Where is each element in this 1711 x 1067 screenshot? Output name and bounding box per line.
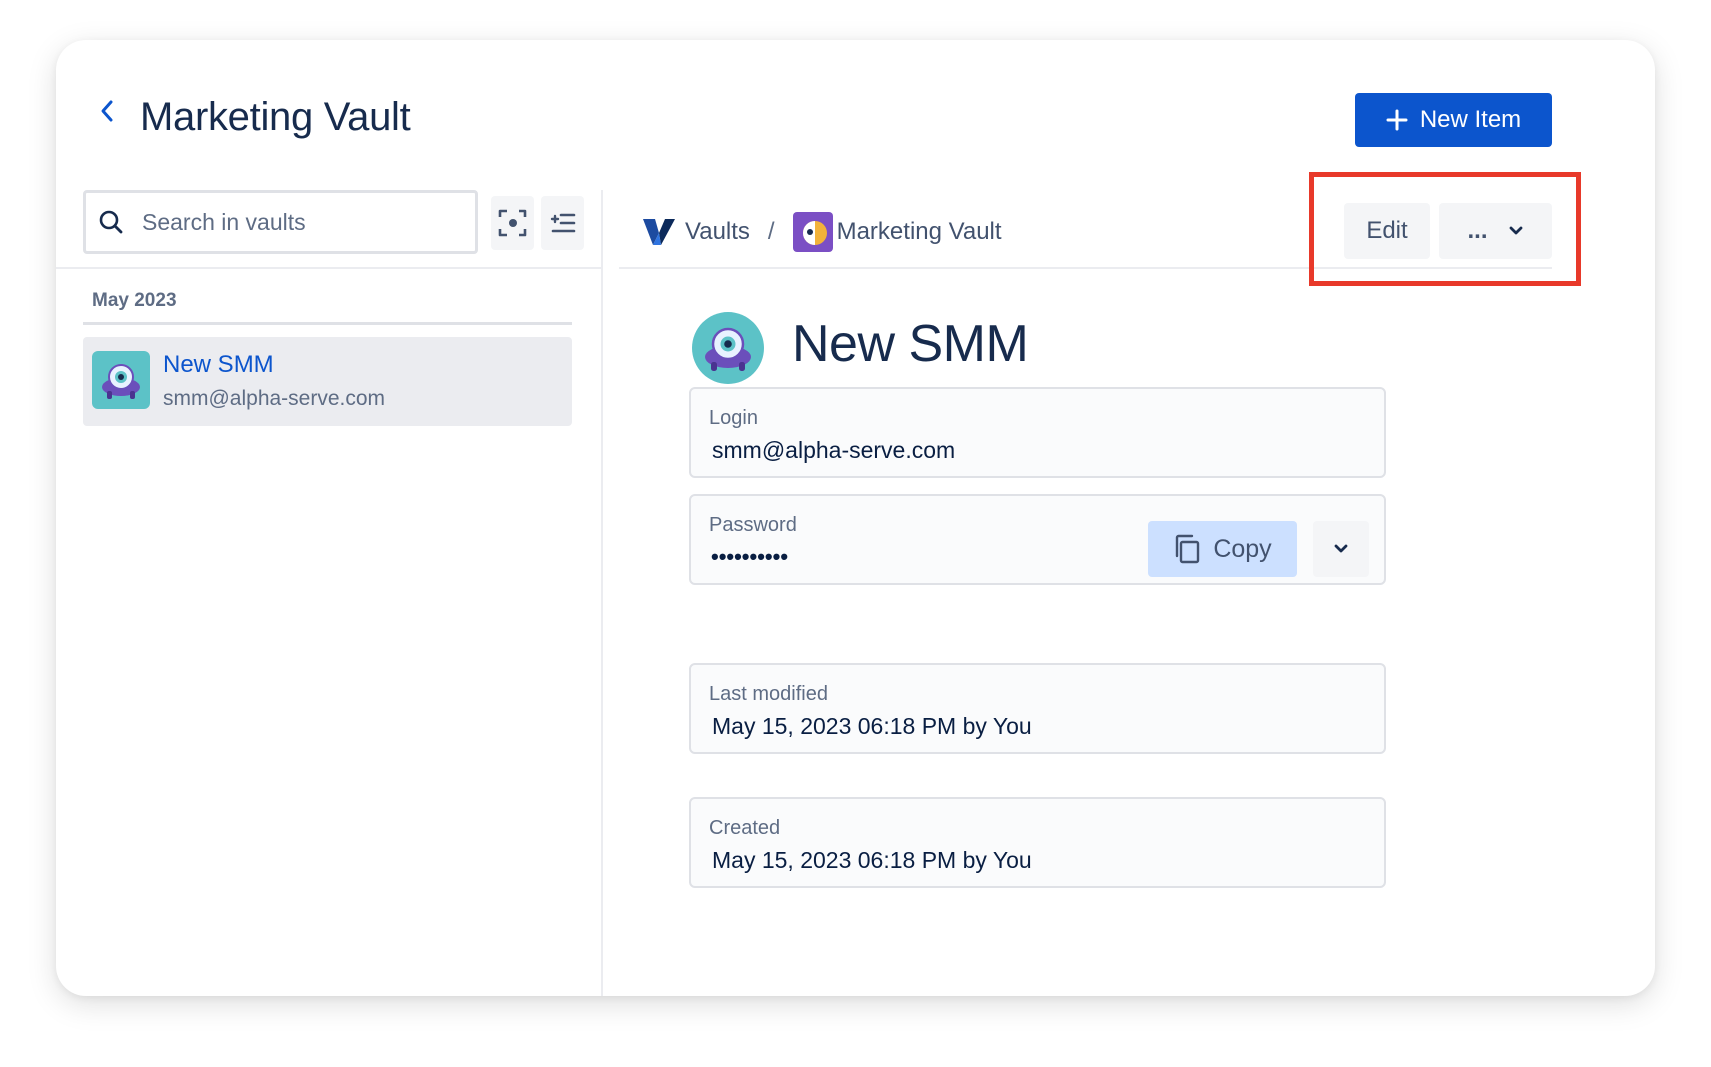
created-field: Created May 15, 2023 06:18 PM by You	[689, 797, 1386, 888]
page-title: Marketing Vault	[140, 95, 411, 139]
search-box[interactable]	[83, 190, 478, 254]
created-label: Created	[709, 817, 781, 839]
new-item-label: New Item	[1419, 106, 1522, 133]
vault-avatar-icon	[92, 351, 150, 409]
right-pane-divider	[619, 267, 1552, 269]
list-item-subtitle: smm@alpha-serve.com	[163, 387, 386, 410]
vaults-logo-icon	[643, 219, 675, 245]
last-modified-field: Last modified May 15, 2023 06:18 PM by Y…	[689, 663, 1386, 754]
password-field: Password •••••••••• Copy	[689, 494, 1386, 585]
breadcrumb-separator: /	[767, 218, 775, 245]
group-divider	[83, 322, 572, 325]
copy-icon	[1176, 534, 1200, 564]
search-input[interactable]	[140, 207, 464, 237]
item-title: New SMM	[792, 315, 1029, 373]
chevron-left-icon	[101, 100, 113, 122]
item-avatar-icon	[692, 312, 764, 384]
breadcrumb-current-label: Marketing Vault	[836, 218, 1002, 245]
password-label: Password	[709, 514, 797, 536]
created-value: May 15, 2023 06:18 PM by You	[712, 847, 1032, 873]
more-actions-button[interactable]: ...	[1439, 203, 1552, 259]
login-label: Login	[709, 407, 758, 429]
plus-icon	[1386, 109, 1408, 131]
pane-divider	[601, 190, 603, 996]
edit-button[interactable]: Edit	[1344, 203, 1430, 259]
new-item-button[interactable]: New Item	[1355, 93, 1552, 147]
focus-scan-icon	[498, 209, 526, 237]
copy-label: Copy	[1213, 534, 1272, 563]
focus-scan-button[interactable]	[491, 196, 534, 250]
breadcrumb-vaults-label: Vaults	[685, 218, 750, 245]
breadcrumb: Vaults / Marketing Vault	[641, 210, 1002, 254]
last-modified-label: Last modified	[709, 683, 828, 705]
vault-window: Marketing Vault New Item May 2023	[56, 40, 1655, 996]
list-item[interactable]: New SMM smm@alpha-serve.com	[83, 337, 572, 426]
list-filter-icon	[550, 213, 575, 233]
password-value[interactable]: ••••••••••	[711, 544, 788, 570]
last-modified-value: May 15, 2023 06:18 PM by You	[712, 713, 1032, 739]
list-filter-button[interactable]	[541, 196, 584, 250]
list-item-name: New SMM	[163, 351, 274, 378]
back-button[interactable]	[92, 94, 122, 128]
copy-password-button[interactable]: Copy	[1148, 521, 1297, 577]
vault-icon	[792, 212, 833, 252]
search-icon	[96, 207, 126, 237]
chevron-down-icon	[1509, 226, 1522, 235]
password-options-button[interactable]	[1313, 521, 1369, 577]
breadcrumb-current[interactable]: Marketing Vault	[792, 212, 1002, 252]
group-label: May 2023	[92, 290, 177, 311]
chevron-down-icon	[1334, 544, 1348, 553]
login-field: Login smm@alpha-serve.com	[689, 387, 1386, 478]
login-value[interactable]: smm@alpha-serve.com	[712, 437, 955, 464]
left-pane-divider	[56, 267, 601, 269]
breadcrumb-vaults[interactable]: Vaults	[641, 216, 750, 248]
more-actions-label: ...	[1467, 217, 1488, 244]
